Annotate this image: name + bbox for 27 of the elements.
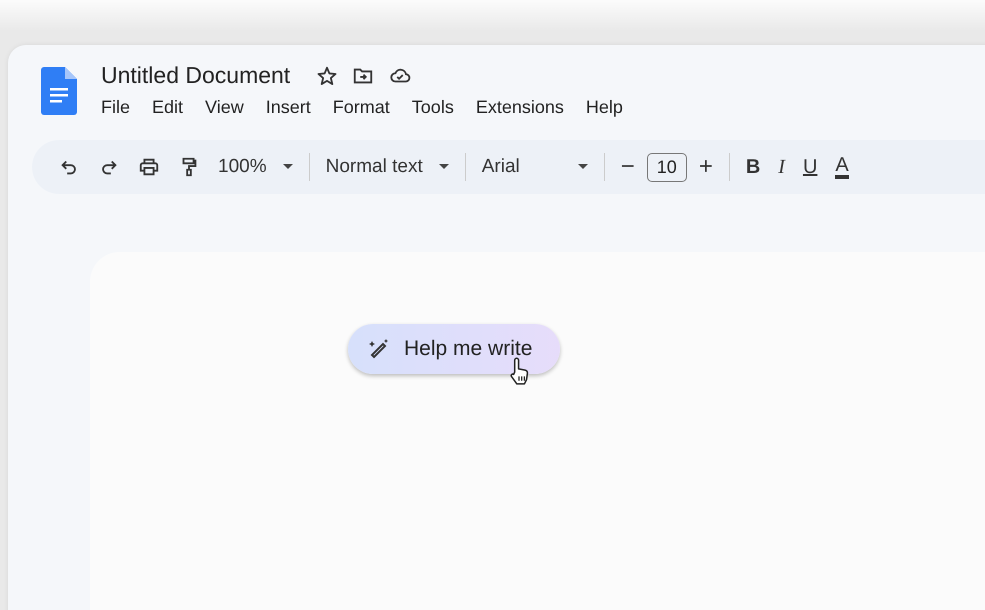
font-size-field[interactable]: 10	[646, 152, 687, 182]
caret-icon	[438, 164, 449, 170]
print-icon[interactable]	[138, 156, 160, 178]
caret-icon	[578, 164, 588, 170]
menu-item[interactable]: File	[101, 97, 130, 118]
menu-item[interactable]: Insert	[266, 97, 311, 118]
star-icon[interactable]	[316, 64, 338, 86]
hand-cursor-icon	[508, 357, 530, 385]
color-button[interactable]: A	[835, 155, 849, 179]
document-logo-icon[interactable]	[41, 67, 77, 115]
italic-button[interactable]: I	[778, 156, 785, 178]
text-style-dropdown[interactable]: Normal text	[326, 156, 449, 178]
underline-button[interactable]: U	[802, 156, 818, 178]
help-me-write-button[interactable]: Help me write	[348, 324, 560, 374]
menu-item[interactable]: Format	[332, 97, 390, 118]
document-title[interactable]: Untitled Document	[101, 62, 290, 89]
zoom-dropdown[interactable]: 100%	[218, 156, 293, 178]
bold-button[interactable]: B	[746, 156, 760, 178]
menu-item[interactable]: Edit	[152, 97, 184, 118]
font-dropdown[interactable]: Arial	[482, 156, 588, 178]
caret-icon	[282, 164, 293, 170]
menu-item[interactable]: Extensions	[476, 97, 564, 118]
increase-font-size-button[interactable]: +	[698, 153, 713, 181]
menu-item[interactable]: Help	[586, 97, 623, 118]
menu-item[interactable]: Tools	[412, 97, 454, 118]
decrease-font-size-button[interactable]: −	[620, 153, 635, 181]
menu-item[interactable]: View	[205, 97, 244, 118]
